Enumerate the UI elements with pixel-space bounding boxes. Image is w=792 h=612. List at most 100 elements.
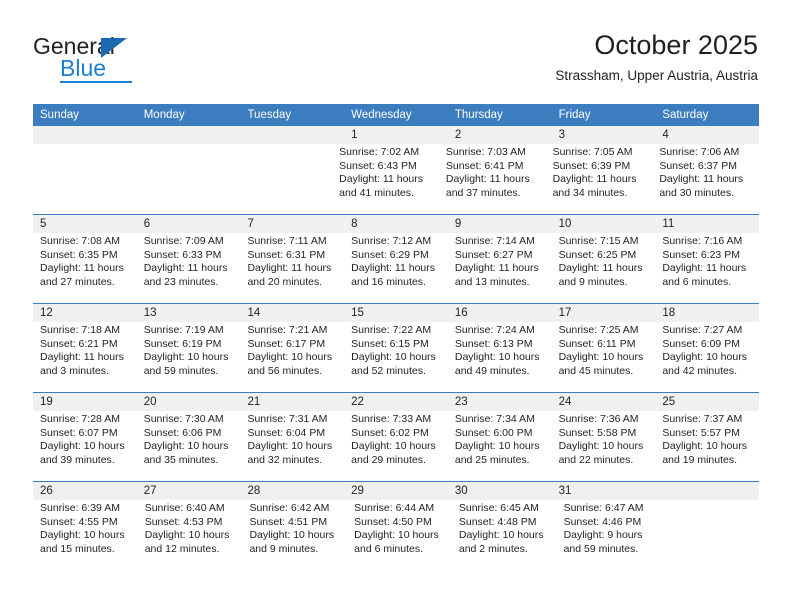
day-info-line: Sunrise: 7:09 AM bbox=[143, 235, 224, 247]
day-info-line: and 52 minutes. bbox=[351, 364, 426, 377]
day-info-line: Daylight: 10 hours bbox=[662, 351, 747, 364]
day-number-16[interactable]: 16 bbox=[448, 304, 552, 322]
day-info-line: and 35 minutes. bbox=[143, 453, 219, 466]
day-info-line: and 25 minutes. bbox=[454, 453, 530, 466]
day-info-line: Sunset: 6:27 PM bbox=[454, 248, 533, 261]
day-number-23[interactable]: 23 bbox=[448, 393, 552, 411]
day-number-empty bbox=[33, 126, 137, 144]
day-number-28[interactable]: 28 bbox=[240, 482, 344, 500]
day-number-27[interactable]: 27 bbox=[137, 482, 241, 500]
generalblue-logo[interactable]: General Blue bbox=[33, 34, 183, 92]
day-cell-8[interactable]: Sunrise: 7:12 AM Sunset: 6:29 PM Daylight:… bbox=[344, 233, 448, 303]
day-cell-26[interactable]: Sunrise: 6:39 AM Sunset: 4:55 PM Daylight:… bbox=[33, 500, 138, 570]
day-info-line: and 59 minutes. bbox=[563, 542, 639, 555]
day-number-13[interactable]: 13 bbox=[137, 304, 241, 322]
calendar-week-row: 12 13 14 15 16 17 18 Sunrise: 7:18 AM Sunset: 6:… bbox=[33, 303, 759, 392]
day-number-9[interactable]: 9 bbox=[448, 215, 552, 233]
day-number-18[interactable]: 18 bbox=[655, 304, 759, 322]
day-info-line: Sunrise: 7:33 AM bbox=[351, 413, 432, 425]
page-title: October 2025 bbox=[594, 30, 758, 60]
day-info-line: Sunrise: 7:15 AM bbox=[558, 235, 639, 247]
day-cell-5[interactable]: Sunrise: 7:08 AM Sunset: 6:35 PM Daylight:… bbox=[33, 233, 137, 303]
day-number-4[interactable]: 4 bbox=[655, 126, 759, 144]
day-info-line: and 56 minutes. bbox=[247, 364, 323, 377]
day-of-week-wednesday: Wednesday bbox=[351, 109, 412, 121]
day-info-line: Sunrise: 7:16 AM bbox=[662, 235, 743, 247]
day-cell-15[interactable]: Sunrise: 7:22 AM Sunset: 6:15 PM Daylight:… bbox=[344, 322, 448, 392]
day-number-10[interactable]: 10 bbox=[552, 215, 656, 233]
day-cell-23[interactable]: Sunrise: 7:34 AM Sunset: 6:00 PM Daylight:… bbox=[448, 411, 552, 481]
day-number-21[interactable]: 21 bbox=[240, 393, 344, 411]
day-cell-18[interactable]: Sunrise: 7:27 AM Sunset: 6:09 PM Daylight:… bbox=[655, 322, 759, 392]
day-of-week-header: Sunday Monday Tuesday Wednesday Thursday Frid… bbox=[33, 104, 759, 126]
day-number-24[interactable]: 24 bbox=[552, 393, 656, 411]
day-info-line: Sunrise: 6:47 AM bbox=[563, 502, 644, 514]
day-cell-13[interactable]: Sunrise: 7:19 AM Sunset: 6:19 PM Daylight:… bbox=[137, 322, 241, 392]
day-cell-30[interactable]: Sunrise: 6:45 AM Sunset: 4:48 PM Daylight:… bbox=[452, 500, 557, 570]
day-cell-10[interactable]: Sunrise: 7:15 AM Sunset: 6:25 PM Daylight:… bbox=[552, 233, 656, 303]
day-number-3[interactable]: 3 bbox=[552, 126, 656, 144]
day-cell-19[interactable]: Sunrise: 7:28 AM Sunset: 6:07 PM Daylight:… bbox=[33, 411, 137, 481]
day-info-line: Sunset: 6:35 PM bbox=[40, 248, 118, 261]
day-number-8[interactable]: 8 bbox=[344, 215, 448, 233]
day-cell-1[interactable]: Sunrise: 7:02 AM Sunset: 6:43 PM Daylight:… bbox=[332, 144, 439, 214]
day-info-line: Daylight: 10 hours bbox=[662, 440, 747, 453]
day-number-29[interactable]: 29 bbox=[344, 482, 448, 500]
day-cell-4[interactable]: Sunrise: 7:06 AM Sunset: 6:37 PM Daylight:… bbox=[652, 144, 759, 214]
day-cell-9[interactable]: Sunrise: 7:14 AM Sunset: 6:27 PM Daylight:… bbox=[448, 233, 552, 303]
day-info-line: Sunrise: 7:11 AM bbox=[247, 235, 327, 247]
day-info-line: and 30 minutes. bbox=[659, 186, 735, 199]
day-number-30[interactable]: 30 bbox=[448, 482, 552, 500]
day-cell-6[interactable]: Sunrise: 7:09 AM Sunset: 6:33 PM Daylight:… bbox=[137, 233, 241, 303]
day-info-line: Sunrise: 6:44 AM bbox=[354, 502, 435, 514]
day-info-line: Daylight: 11 hours bbox=[351, 262, 436, 275]
day-cell-29[interactable]: Sunrise: 6:44 AM Sunset: 4:50 PM Daylight:… bbox=[347, 500, 452, 570]
day-number-2[interactable]: 2 bbox=[448, 126, 552, 144]
day-number-5[interactable]: 5 bbox=[33, 215, 137, 233]
week-detail-band: Sunrise: 7:02 AM Sunset: 6:43 PM Daylight:… bbox=[33, 144, 759, 214]
day-number-15[interactable]: 15 bbox=[344, 304, 448, 322]
day-cell-12[interactable]: Sunrise: 7:18 AM Sunset: 6:21 PM Daylight:… bbox=[33, 322, 137, 392]
day-number-14[interactable]: 14 bbox=[240, 304, 344, 322]
day-number-11[interactable]: 11 bbox=[655, 215, 759, 233]
day-cell-empty bbox=[661, 500, 759, 570]
day-cell-20[interactable]: Sunrise: 7:30 AM Sunset: 6:06 PM Daylight:… bbox=[137, 411, 241, 481]
day-cell-7[interactable]: Sunrise: 7:11 AM Sunset: 6:31 PM Daylight:… bbox=[240, 233, 344, 303]
day-number-12[interactable]: 12 bbox=[33, 304, 137, 322]
day-cell-22[interactable]: Sunrise: 7:33 AM Sunset: 6:02 PM Daylight:… bbox=[344, 411, 448, 481]
day-number-25[interactable]: 25 bbox=[655, 393, 759, 411]
day-info-line: Sunrise: 7:14 AM bbox=[454, 235, 535, 247]
day-info-line: Sunset: 6:00 PM bbox=[454, 426, 533, 439]
day-cell-11[interactable]: Sunrise: 7:16 AM Sunset: 6:23 PM Daylight:… bbox=[655, 233, 759, 303]
day-number-7[interactable]: 7 bbox=[240, 215, 344, 233]
day-cell-14[interactable]: Sunrise: 7:21 AM Sunset: 6:17 PM Daylight:… bbox=[240, 322, 344, 392]
day-cell-17[interactable]: Sunrise: 7:25 AM Sunset: 6:11 PM Daylight:… bbox=[552, 322, 656, 392]
day-cell-24[interactable]: Sunrise: 7:36 AM Sunset: 5:58 PM Daylight:… bbox=[552, 411, 656, 481]
day-number-22[interactable]: 22 bbox=[344, 393, 448, 411]
day-cell-2[interactable]: Sunrise: 7:03 AM Sunset: 6:41 PM Daylight:… bbox=[439, 144, 546, 214]
calendar-week-row: 1 2 3 4 Sunrise: 7:02 AM Sunset: 6:43 PM Dayli… bbox=[33, 126, 759, 214]
day-number-1[interactable]: 1 bbox=[344, 126, 448, 144]
day-info-line: Daylight: 11 hours bbox=[40, 351, 124, 364]
day-number-31[interactable]: 31 bbox=[552, 482, 656, 500]
day-of-week-tuesday: Tuesday bbox=[247, 109, 292, 121]
day-info-line: Sunset: 6:15 PM bbox=[351, 337, 429, 350]
day-number-17[interactable]: 17 bbox=[552, 304, 656, 322]
day-number-6[interactable]: 6 bbox=[137, 215, 241, 233]
day-info-line: Sunrise: 7:36 AM bbox=[558, 413, 639, 425]
day-cell-16[interactable]: Sunrise: 7:24 AM Sunset: 6:13 PM Daylight:… bbox=[448, 322, 552, 392]
week-detail-band: Sunrise: 7:18 AM Sunset: 6:21 PM Daylight:… bbox=[33, 322, 759, 392]
day-cell-25[interactable]: Sunrise: 7:37 AM Sunset: 5:57 PM Daylight:… bbox=[655, 411, 759, 481]
day-cell-21[interactable]: Sunrise: 7:31 AM Sunset: 6:04 PM Daylight:… bbox=[240, 411, 344, 481]
day-cell-31[interactable]: Sunrise: 6:47 AM Sunset: 4:46 PM Daylight:… bbox=[557, 500, 662, 570]
day-number-19[interactable]: 19 bbox=[33, 393, 137, 411]
day-cell-27[interactable]: Sunrise: 6:40 AM Sunset: 4:53 PM Daylight:… bbox=[138, 500, 243, 570]
day-number-20[interactable]: 20 bbox=[137, 393, 241, 411]
day-number-empty bbox=[240, 126, 344, 144]
day-cell-3[interactable]: Sunrise: 7:05 AM Sunset: 6:39 PM Daylight:… bbox=[546, 144, 653, 214]
day-info-line: Daylight: 10 hours bbox=[454, 440, 540, 453]
day-info-line: Sunset: 6:43 PM bbox=[339, 159, 417, 172]
day-of-week-monday: Monday bbox=[143, 109, 185, 121]
day-cell-28[interactable]: Sunrise: 6:42 AM Sunset: 4:51 PM Daylight:… bbox=[242, 500, 347, 570]
day-number-26[interactable]: 26 bbox=[33, 482, 137, 500]
